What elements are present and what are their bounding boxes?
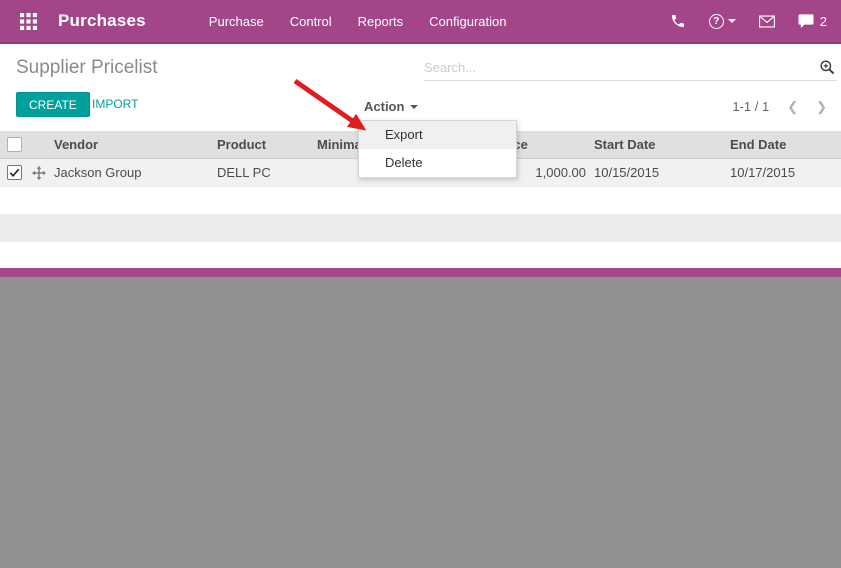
chevron-down-icon: [727, 19, 736, 23]
cell-vendor[interactable]: Jackson Group: [50, 158, 213, 187]
select-all-checkbox[interactable]: [6, 137, 22, 153]
advanced-search-icon[interactable]: [820, 60, 835, 75]
check-icon: [9, 168, 19, 178]
column-header-start-date[interactable]: Start Date: [590, 131, 726, 159]
pager-next-icon[interactable]: ❯: [816, 100, 827, 113]
action-dropdown-menu: Export Delete: [358, 120, 517, 178]
menu-item-reports[interactable]: Reports: [345, 1, 417, 42]
handle-column-header: [28, 131, 50, 159]
question-mark-icon: ?: [708, 13, 724, 29]
menu-item-export[interactable]: Export: [359, 121, 516, 149]
search-input[interactable]: [424, 60, 820, 75]
cell-end-date[interactable]: 10/17/2015: [726, 158, 841, 187]
app-title[interactable]: Purchases: [58, 11, 146, 31]
row-checkbox[interactable]: [6, 165, 22, 181]
pager-range: 1-1 / 1: [732, 99, 770, 114]
column-header-product[interactable]: Product: [213, 131, 313, 159]
menu-item-delete[interactable]: Delete: [359, 149, 516, 177]
help-menu-icon[interactable]: ?: [708, 13, 736, 29]
empty-row-stripe: [0, 214, 841, 242]
main-menu: Purchase Control Reports Configuration: [196, 1, 520, 42]
import-button[interactable]: IMPORT: [92, 97, 138, 111]
cell-start-date[interactable]: 10/15/2015: [590, 158, 726, 187]
pager: 1-1 / 1 ❮ ❯: [732, 99, 827, 114]
action-dropdown-button[interactable]: Action: [364, 99, 419, 114]
messages-icon[interactable]: 2: [798, 14, 827, 29]
cell-product[interactable]: DELL PC: [213, 158, 313, 187]
phone-icon[interactable]: [670, 13, 686, 29]
top-navbar: Purchases Purchase Control Reports Confi…: [0, 0, 841, 44]
create-button[interactable]: CREATE: [16, 92, 90, 117]
apps-grid-icon[interactable]: [15, 8, 41, 34]
page-title: Supplier Pricelist: [16, 57, 158, 78]
apps-grid-glyph: [19, 12, 37, 30]
column-header-vendor[interactable]: Vendor: [50, 131, 213, 159]
chevron-down-icon: [410, 104, 419, 109]
drag-handle-icon[interactable]: [32, 165, 46, 180]
search-bar: [424, 55, 837, 81]
menu-item-purchase[interactable]: Purchase: [196, 1, 277, 42]
column-header-end-date[interactable]: End Date: [726, 131, 841, 159]
action-button-label: Action: [364, 99, 405, 114]
page-background: [0, 277, 841, 568]
message-count-badge: 2: [819, 13, 827, 29]
menu-item-configuration[interactable]: Configuration: [416, 1, 519, 42]
menu-item-control[interactable]: Control: [277, 1, 345, 42]
navbar-right-icons: ? 2: [670, 13, 827, 29]
mail-icon[interactable]: [758, 14, 775, 28]
pager-previous-icon[interactable]: ❮: [787, 100, 798, 113]
footer-accent-bar: [0, 268, 841, 277]
